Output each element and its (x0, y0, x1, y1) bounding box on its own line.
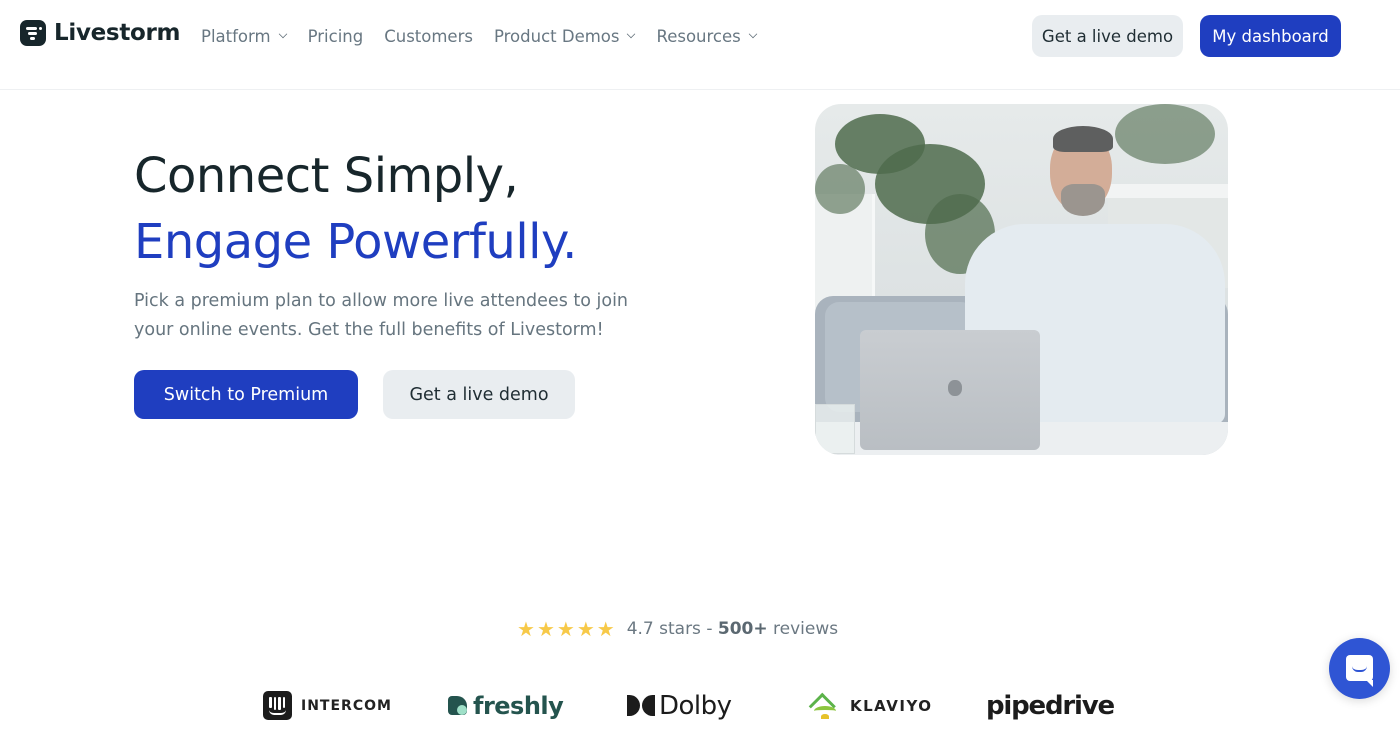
hero-subtitle: Pick a premium plan to allow more live a… (134, 291, 629, 340)
star-icon: ★ (576, 617, 595, 641)
intercom-logo: INTERCOM (263, 688, 392, 723)
customer-logos: INTERCOM freshly Dolby KLAVIYO pipedrive (0, 688, 1400, 723)
nav-item-product-demos[interactable]: Product Demos (494, 24, 636, 48)
freshly-wordmark: freshly (473, 691, 564, 720)
star-icon: ★ (556, 617, 575, 641)
get-live-demo-button[interactable]: Get a live demo (383, 370, 575, 419)
brand-name: Livestorm (54, 20, 181, 46)
nav-item-customers[interactable]: Customers (384, 24, 473, 48)
star-icon: ★ (536, 617, 555, 641)
nav-item-pricing[interactable]: Pricing (308, 24, 364, 48)
star-icon: ★ (517, 617, 535, 641)
hero-image (815, 104, 1228, 455)
nav-item-label: Product Demos (493, 26, 620, 46)
klaviyo-icon (806, 692, 844, 720)
main-nav: Platform Pricing Customers Product Demos… (201, 24, 778, 48)
chevron-down-icon (627, 29, 636, 39)
intercom-icon (263, 691, 292, 720)
pipedrive-logo: pipedrive (986, 688, 1115, 723)
hero-title: Connect Simply, Engage Powerfully. (134, 143, 577, 275)
chevron-down-icon (278, 29, 287, 39)
livestorm-logo-icon (20, 20, 46, 46)
reviews-suffix: reviews (767, 619, 839, 639)
get-live-demo-header-button[interactable]: Get a live demo (1032, 15, 1183, 57)
star-icon: ★ (596, 617, 615, 641)
pipedrive-wordmark: pipedrive (986, 690, 1115, 721)
chevron-down-icon (748, 29, 757, 39)
brand-logo[interactable]: Livestorm (20, 20, 181, 46)
freshly-logo: freshly (448, 688, 564, 723)
site-header: Livestorm Platform Pricing Customers Pro… (0, 0, 1400, 90)
nav-item-resources[interactable]: Resources (656, 24, 757, 48)
reviews-count: 500+ (717, 619, 768, 639)
dolby-icon (627, 695, 655, 716)
freshly-icon (448, 696, 467, 715)
star-rating: ★ ★ ★ ★ ★ (517, 619, 615, 639)
dolby-logo: Dolby (627, 688, 732, 723)
nav-item-platform[interactable]: Platform (201, 24, 287, 48)
hero-title-line-2: Engage Powerfully. (134, 214, 577, 270)
dolby-wordmark: Dolby (659, 690, 732, 721)
rating-text: 4.7 stars - (626, 619, 718, 639)
nav-item-label: Customers (384, 26, 473, 46)
hero-title-line-1: Connect Simply, (134, 148, 519, 204)
my-dashboard-button[interactable]: My dashboard (1200, 15, 1341, 57)
switch-to-premium-button[interactable]: Switch to Premium (134, 370, 358, 419)
chat-launcher-button[interactable] (1329, 638, 1390, 699)
apple-logo-icon (948, 380, 962, 396)
nav-item-label: Platform (201, 26, 271, 46)
reviews-text: 4.7 stars - 500+ reviews (627, 619, 838, 639)
klaviyo-wordmark: KLAVIYO (850, 696, 933, 715)
laptop (860, 330, 1040, 450)
nav-item-label: Resources (656, 26, 741, 46)
intercom-wordmark: INTERCOM (301, 697, 392, 714)
chat-bubble-icon (1346, 655, 1373, 687)
klaviyo-logo: KLAVIYO (806, 688, 933, 723)
reviews-summary: ★ ★ ★ ★ ★ 4.7 stars - 500+ reviews (517, 619, 838, 639)
nav-item-label: Pricing (307, 26, 364, 46)
